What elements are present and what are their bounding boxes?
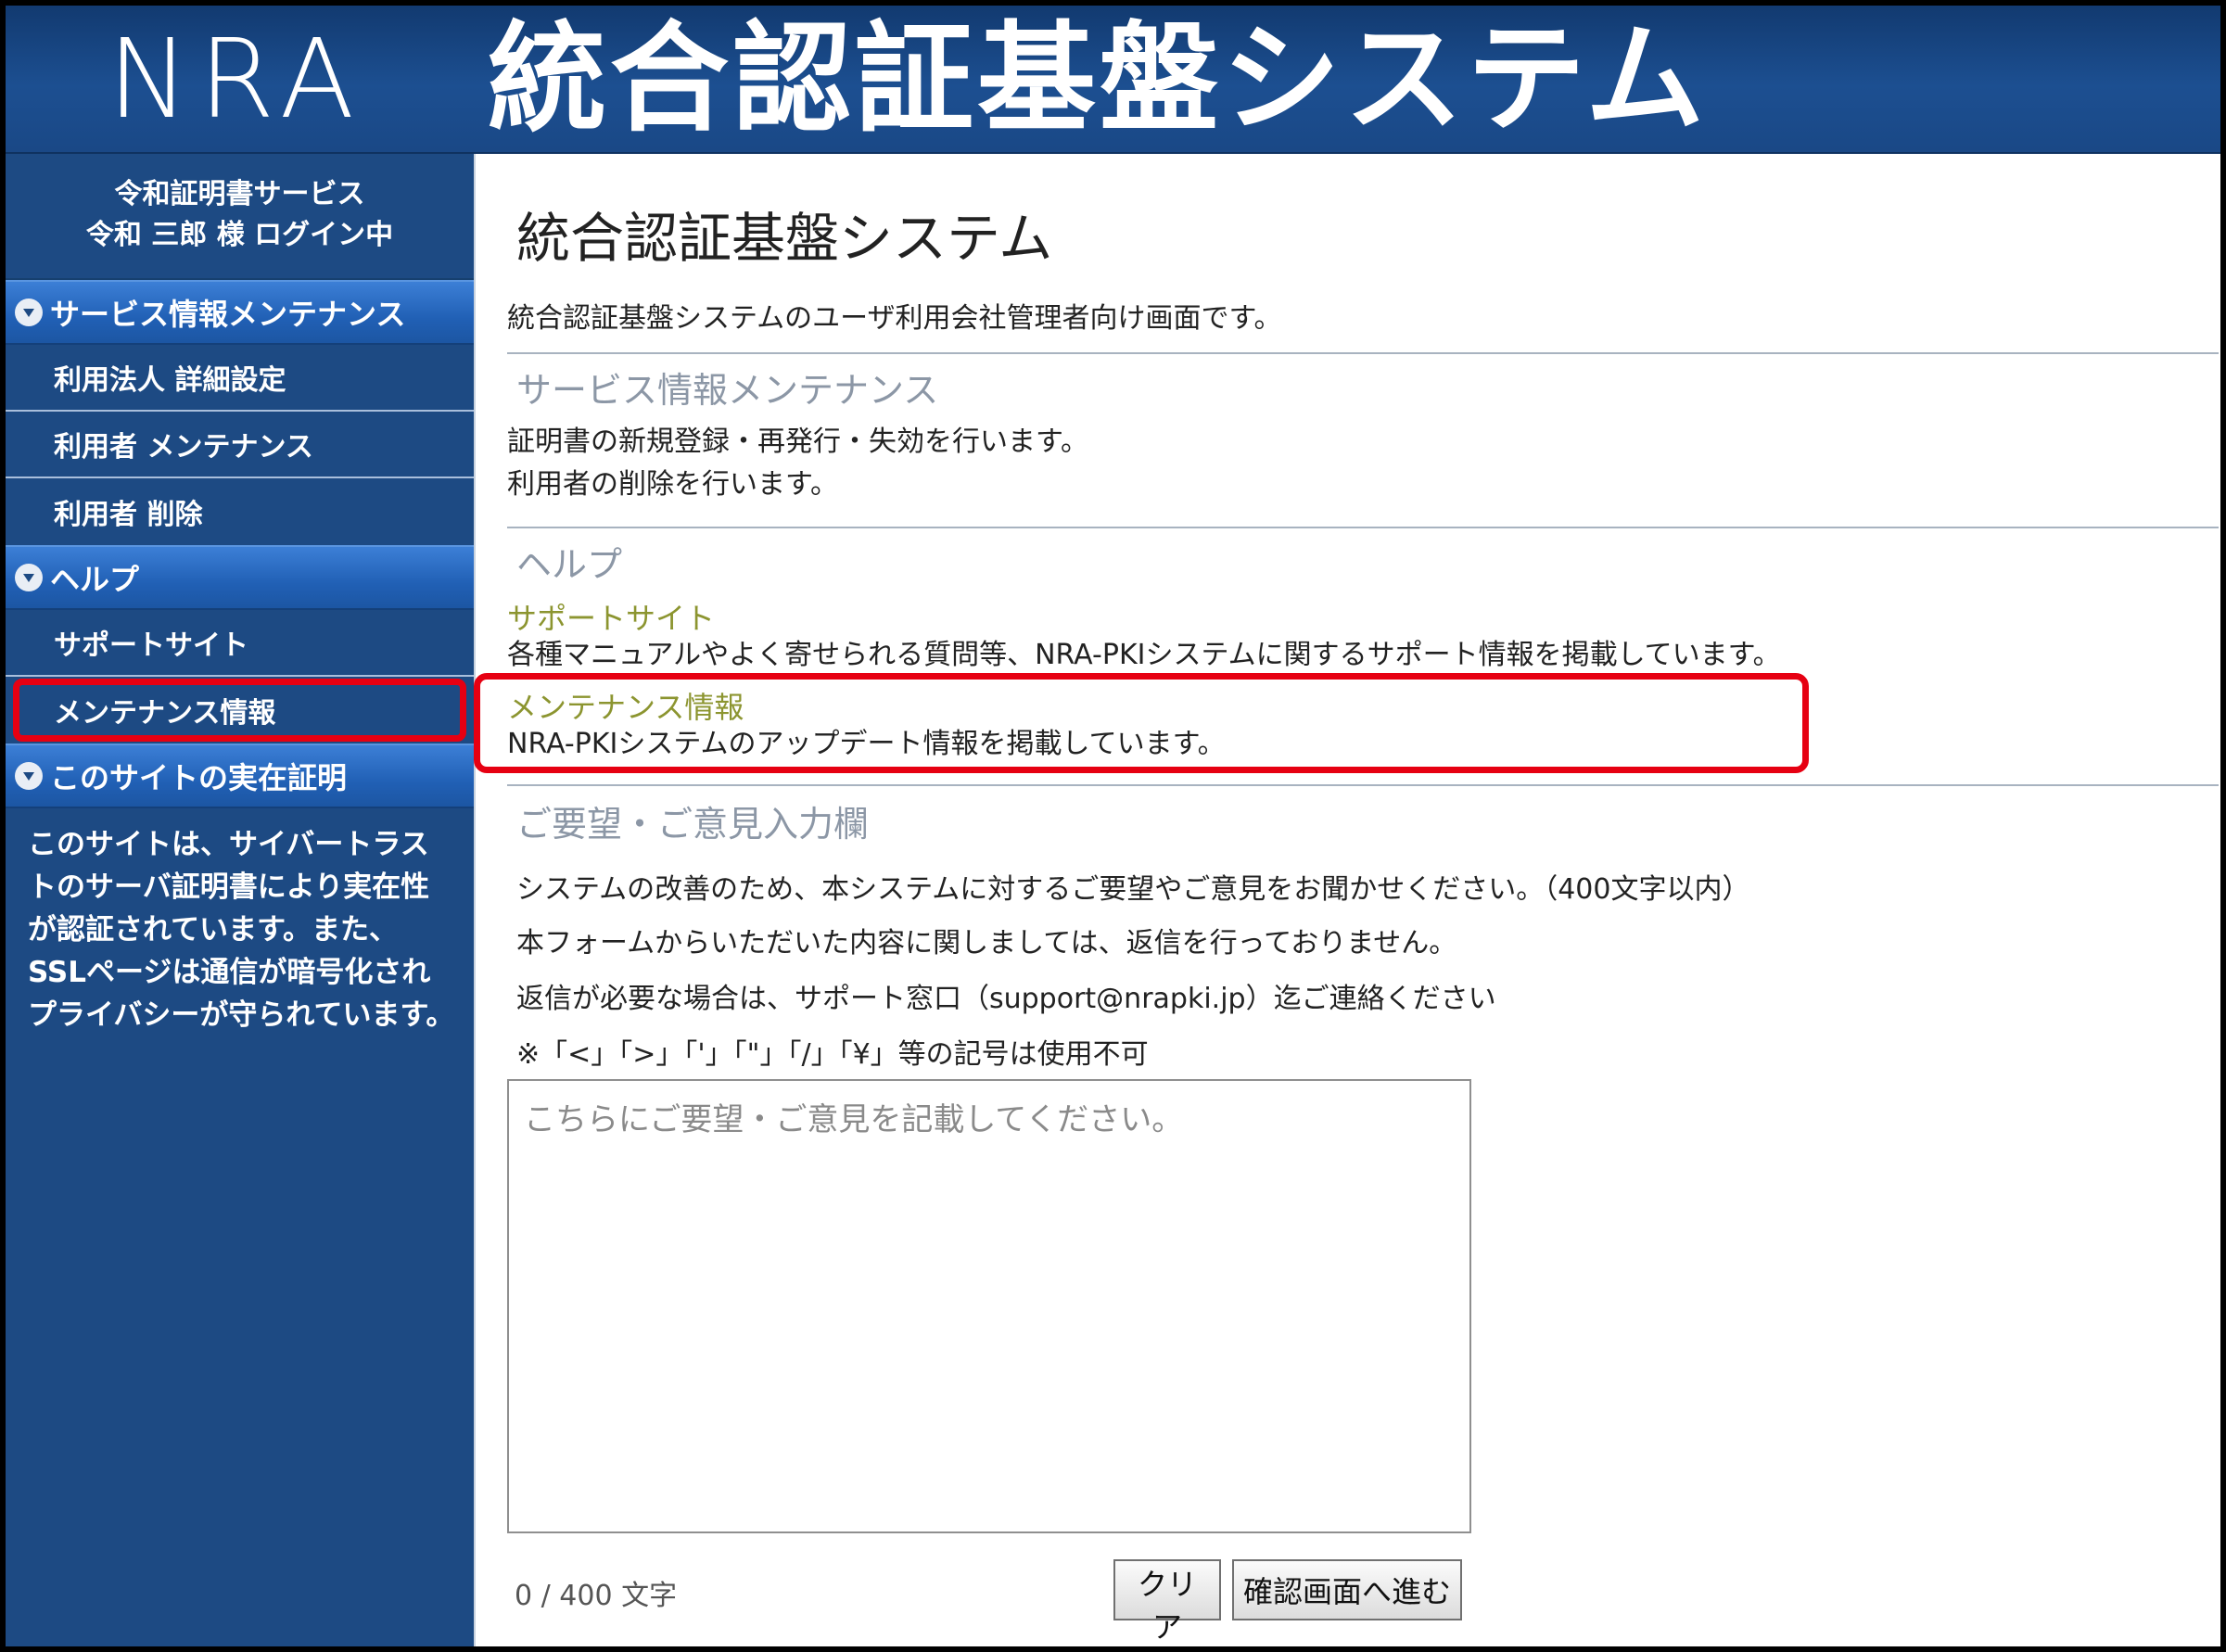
sidebar-section-site-certification[interactable]: このサイトの実在証明 bbox=[6, 743, 474, 808]
divider bbox=[507, 527, 2219, 528]
page-title: 統合認証基盤システム bbox=[516, 207, 1053, 270]
service-section-text: 証明書の新規登録・再発行・失効を行います。 利用者の削除を行います。 bbox=[507, 421, 1088, 506]
sidebar-item-support-site[interactable]: サポートサイト bbox=[6, 610, 474, 677]
sidebar-section-service-maintenance[interactable]: サービス情報メンテナンス bbox=[6, 280, 474, 345]
sidebar-item-maintenance-info[interactable]: メンテナンス情報 bbox=[6, 677, 474, 743]
sidebar-item-user-maintenance[interactable]: 利用者 メンテナンス bbox=[6, 412, 474, 478]
feedback-section-title: ご要望・ご意見入力欄 bbox=[516, 804, 870, 845]
service-name: 令和証明書サービス bbox=[114, 178, 365, 210]
feedback-note: ※「<」「>」「'」「"」「/」「¥」等の記号は使用不可 bbox=[516, 1038, 1149, 1071]
header: NRA 統合認証基盤システム bbox=[6, 6, 2220, 154]
divider bbox=[507, 352, 2219, 354]
intro-text: 統合認証基盤システムのユーザ利用会社管理者向け画面です。 bbox=[507, 302, 1282, 335]
service-section-title: サービス情報メンテナンス bbox=[516, 370, 939, 411]
site-certification-text: このサイトは、サイバートラストのサーバ証明書により実在性が認証されています。また… bbox=[28, 828, 455, 1032]
login-status: 令和 三郎 様 ログイン中 bbox=[85, 219, 394, 251]
sidebar-item-corporate-settings[interactable]: 利用法人 詳細設定 bbox=[6, 345, 474, 412]
sidebar-section-help[interactable]: ヘルプ bbox=[6, 545, 474, 610]
support-site-text: 各種マニュアルやよく寄せられる質問等、NRA-PKIシステムに関するサポート情報… bbox=[507, 639, 1781, 671]
nra-logo: NRA bbox=[108, 15, 364, 143]
chevron-down-icon bbox=[15, 299, 43, 326]
chevron-down-icon bbox=[15, 762, 43, 790]
service-line: 利用者の削除を行います。 bbox=[507, 468, 838, 501]
browser-frame: NRA 統合認証基盤システム 令和証明書サービス 令和 三郎 様 ログイン中 サ… bbox=[6, 6, 2220, 1646]
sidebar-section-label: サービス情報メンテナンス bbox=[50, 297, 406, 332]
main-content: 統合認証基盤システム 統合認証基盤システムのユーザ利用会社管理者向け画面です。 … bbox=[474, 154, 2220, 1646]
feedback-note: 返信が必要な場合は、サポート窓口（support@nrapki.jp）迄ご連絡く… bbox=[516, 983, 1496, 1015]
service-line: 証明書の新規登録・再発行・失効を行います。 bbox=[507, 426, 1088, 458]
help-section-title: ヘルプ bbox=[516, 544, 623, 585]
feedback-textarea[interactable] bbox=[507, 1079, 1471, 1533]
sidebar-section-label: このサイトの実在証明 bbox=[50, 760, 348, 795]
header-title: 統合認証基盤システム bbox=[488, 9, 1709, 148]
user-info: 令和証明書サービス 令和 三郎 様 ログイン中 bbox=[6, 154, 474, 280]
support-site-link[interactable]: サポートサイト bbox=[507, 595, 715, 638]
sidebar-item-user-delete[interactable]: 利用者 削除 bbox=[6, 478, 474, 545]
feedback-note: 本フォームからいただいた内容に関しましては、返信を行っておりません。 bbox=[516, 927, 1457, 959]
chevron-down-icon bbox=[15, 564, 43, 591]
confirm-button[interactable]: 確認画面へ進む bbox=[1232, 1559, 1462, 1620]
clear-button[interactable]: クリア bbox=[1113, 1559, 1221, 1645]
sidebar: 令和証明書サービス 令和 三郎 様 ログイン中 サービス情報メンテナンス 利用法… bbox=[6, 154, 474, 1646]
sidebar-section-label: ヘルプ bbox=[50, 562, 140, 597]
divider bbox=[507, 784, 2219, 786]
highlight-annotation bbox=[474, 673, 1809, 773]
feedback-note: システムの改善のため、本システムに対するご要望やご意見をお聞かせください。（40… bbox=[516, 873, 1750, 906]
character-counter: 0 / 400 文字 bbox=[515, 1580, 678, 1612]
